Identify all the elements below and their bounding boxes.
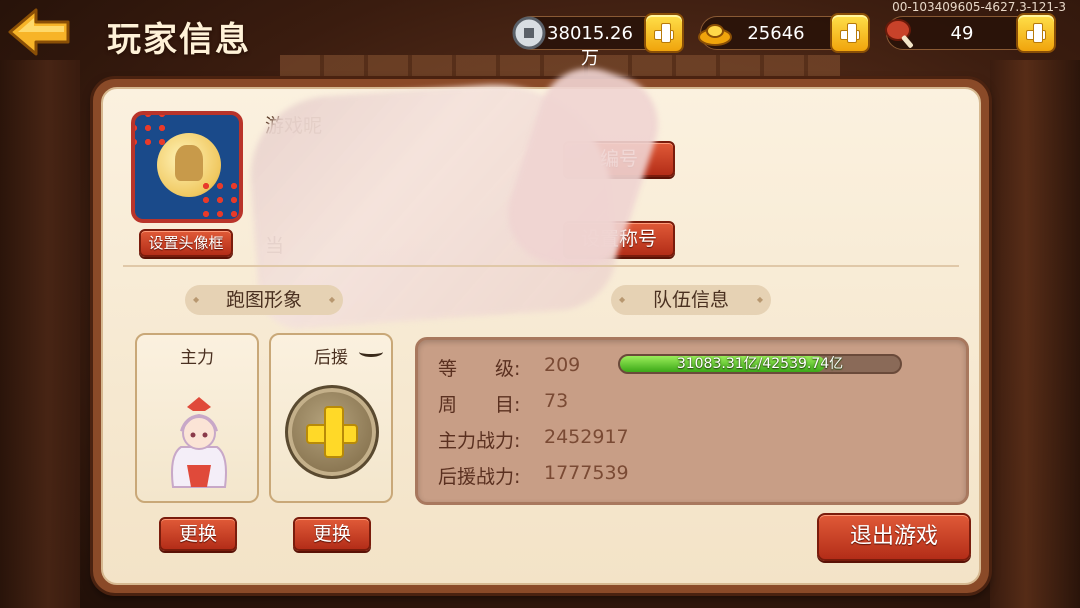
gold-ingot-icon	[695, 13, 735, 53]
character-sprite	[167, 395, 231, 491]
support-character-slot[interactable]: 后援	[269, 333, 393, 503]
page-title: 玩家信息	[107, 20, 251, 60]
add-stamina-button[interactable]	[1016, 13, 1056, 53]
copper-coin-counter: 38015.26万	[512, 16, 664, 69]
cycle-value: 73	[544, 390, 569, 412]
set-avatar-frame-button[interactable]: 设置头像框	[139, 229, 233, 257]
copper-coin-value: 38015.26万	[547, 23, 633, 69]
avatar[interactable]	[131, 111, 243, 223]
back-arrow-icon[interactable]	[6, 6, 72, 58]
level-label: 等 级:	[438, 358, 521, 380]
rabbit-icon	[175, 145, 203, 181]
panel-content: 设置头像框 游戏昵 当 编号 设置称号 跑图形象 队伍信息 主力	[101, 55, 981, 585]
plum-blossom-icon	[135, 115, 167, 147]
main-power-label: 主力战力:	[438, 430, 521, 452]
gold-ingot-value: 25646	[747, 23, 805, 44]
exit-game-button[interactable]: 退出游戏	[817, 513, 971, 561]
map-look-title: 跑图形象	[185, 285, 343, 315]
copper-coin-icon	[509, 13, 549, 53]
main-power-value: 2452917	[544, 426, 629, 448]
exp-progress-text: 31083.31亿/42539.74亿	[676, 356, 844, 372]
eye-closed-icon[interactable]	[359, 347, 383, 357]
main-character-slot[interactable]: 主力	[135, 333, 259, 503]
support-power-label: 后援战力:	[438, 466, 521, 488]
cycle-label: 周 目:	[438, 394, 521, 416]
background-right	[990, 60, 1080, 608]
stamina-value: 49	[950, 23, 974, 44]
main-slot-label: 主力	[180, 348, 214, 368]
add-copper-button[interactable]	[644, 13, 684, 53]
change-support-button[interactable]: 更换	[293, 517, 371, 551]
plum-blossom-icon	[199, 179, 239, 219]
change-main-button[interactable]: 更换	[159, 517, 237, 551]
divider	[123, 265, 959, 267]
team-info-box: 等 级: 209 31083.31亿/42539.74亿 周 目: 73 主力战…	[415, 337, 969, 505]
meat-drumstick-icon	[881, 13, 921, 53]
background-left	[0, 60, 80, 608]
support-power-value: 1777539	[544, 462, 629, 484]
add-support-icon[interactable]	[285, 385, 379, 479]
level-value: 209	[544, 354, 581, 376]
version-tag: 00-103409605-4627.3-121-3	[892, 0, 1066, 14]
team-info-title: 队伍信息	[611, 285, 771, 315]
gold-ingot-counter: 25646	[698, 16, 850, 50]
exp-progress-bar: 31083.31亿/42539.74亿	[618, 354, 902, 374]
stamina-counter: 49	[885, 16, 1036, 50]
add-gold-button[interactable]	[830, 13, 870, 53]
player-info-panel: 设置头像框 游戏昵 当 编号 设置称号 跑图形象 队伍信息 主力	[93, 55, 989, 593]
